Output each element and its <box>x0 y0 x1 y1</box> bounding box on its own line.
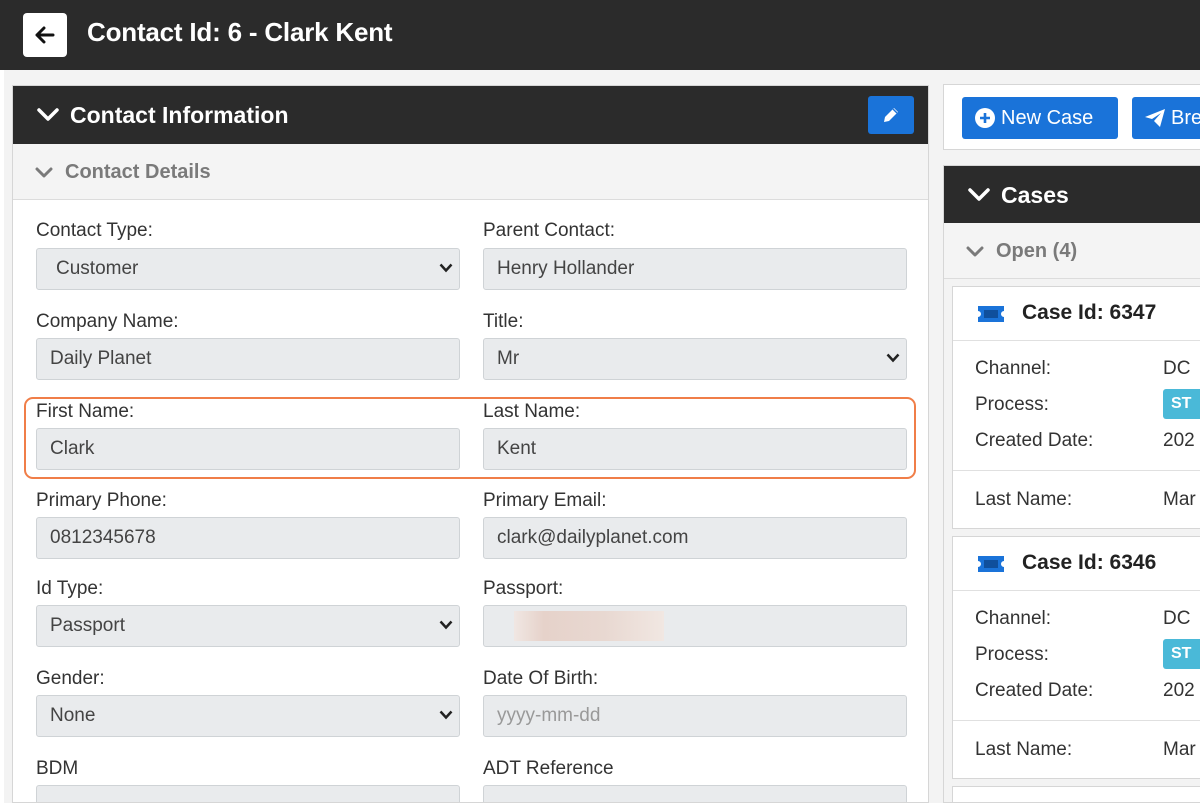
case-card[interactable]: Case Id: 6346 Channel: DC Process: ST Cr… <box>952 536 1200 779</box>
date-of-birth-label: Date Of Birth: <box>483 668 599 689</box>
top-bar: Contact Id: 6 - Clark Kent <box>0 0 1200 70</box>
passport-field[interactable] <box>483 605 907 647</box>
primary-phone-label: Primary Phone: <box>36 490 167 511</box>
primary-email-label: Primary Email: <box>483 490 607 511</box>
new-case-label: New Case <box>1001 106 1094 129</box>
contact-details-toggle[interactable]: Contact Details <box>13 144 928 200</box>
process-badge: ST <box>1163 389 1200 419</box>
parent-contact-value: Henry Hollander <box>497 258 635 279</box>
last-name-label: Last Name: <box>975 489 1073 510</box>
id-type-label: Id Type: <box>36 578 104 599</box>
passport-label: Passport: <box>483 578 564 599</box>
last-name-value: Mar <box>1163 739 1196 760</box>
name-fields-highlight <box>24 397 916 479</box>
chevron-down-icon <box>37 108 59 121</box>
channel-value: DC <box>1163 608 1191 629</box>
primary-phone-value: 0812345678 <box>50 527 156 548</box>
chevron-down-icon <box>966 246 984 257</box>
company-name-label: Company Name: <box>36 311 179 332</box>
case-title: Case Id: 6346 <box>1022 551 1157 574</box>
cases-panel: Cases Open (4) Case Id: 6347 Channel: DC… <box>943 165 1200 803</box>
primary-email-value: clark@dailyplanet.com <box>497 527 689 548</box>
created-date-value: 202 <box>1163 430 1195 451</box>
channel-label: Channel: <box>975 358 1052 379</box>
date-of-birth-field[interactable]: yyyy-mm-dd <box>483 695 907 737</box>
title-select[interactable]: Mr <box>483 338 907 380</box>
case-card-header: Case Id: 6346 <box>953 537 1200 591</box>
id-type-select[interactable]: Passport <box>36 605 460 647</box>
bdm-select[interactable] <box>36 785 460 802</box>
second-button-label: Bre <box>1171 106 1200 129</box>
primary-email-field[interactable]: clark@dailyplanet.com <box>483 517 907 559</box>
bdm-label: BDM <box>36 758 79 779</box>
chevron-down-icon <box>439 620 453 630</box>
case-card[interactable] <box>952 786 1200 802</box>
company-name-field[interactable]: Daily Planet <box>36 338 460 380</box>
case-toolbar: New Case Bre <box>943 84 1200 150</box>
page-title: Contact Id: 6 - Clark Kent <box>87 17 393 47</box>
arrow-left-icon <box>35 26 55 44</box>
created-date-value: 202 <box>1163 680 1195 701</box>
cases-title: Cases <box>1001 182 1069 208</box>
contact-information-header[interactable]: Contact Information <box>13 86 928 144</box>
created-date-label: Created Date: <box>975 430 1094 451</box>
contact-type-value: Customer <box>56 258 139 279</box>
open-cases-toggle[interactable]: Open (4) <box>944 223 1200 279</box>
channel-label: Channel: <box>975 608 1052 629</box>
process-badge: ST <box>1163 639 1200 669</box>
section-title: Contact Details <box>65 161 211 183</box>
contact-type-label: Contact Type: <box>36 220 153 241</box>
parent-contact-label: Parent Contact: <box>483 220 616 241</box>
company-name-value: Daily Planet <box>50 348 152 369</box>
divider <box>953 470 1200 471</box>
contact-type-select[interactable]: Customer <box>36 248 460 290</box>
gender-label: Gender: <box>36 668 105 689</box>
ticket-icon <box>978 556 1004 572</box>
edit-button[interactable] <box>868 96 914 134</box>
last-name-label: Last Name: <box>975 739 1073 760</box>
open-cases-label: Open (4) <box>996 240 1078 262</box>
title-label: Title: <box>483 311 524 332</box>
redacted-value <box>514 611 664 641</box>
chevron-down-icon <box>439 710 453 720</box>
date-of-birth-placeholder: yyyy-mm-dd <box>497 705 601 726</box>
pencil-icon <box>884 108 898 122</box>
plus-circle-icon <box>975 108 995 128</box>
ticket-icon <box>978 306 1004 322</box>
case-card[interactable]: Case Id: 6347 Channel: DC Process: ST Cr… <box>952 286 1200 529</box>
new-case-button[interactable]: New Case <box>962 97 1118 139</box>
chevron-down-icon <box>35 167 53 178</box>
adt-reference-field[interactable] <box>483 785 907 802</box>
primary-phone-field[interactable]: 0812345678 <box>36 517 460 559</box>
adt-reference-label: ADT Reference <box>483 758 614 779</box>
title-value: Mr <box>497 348 520 369</box>
last-name-value: Mar <box>1163 489 1196 510</box>
gender-value: None <box>50 705 96 726</box>
cases-header[interactable]: Cases <box>944 166 1200 223</box>
created-date-label: Created Date: <box>975 680 1094 701</box>
chevron-down-icon <box>968 188 990 201</box>
divider <box>953 720 1200 721</box>
back-button[interactable] <box>23 13 67 57</box>
channel-value: DC <box>1163 358 1191 379</box>
id-type-value: Passport <box>50 615 125 636</box>
case-title: Case Id: 6347 <box>1022 301 1157 324</box>
case-card-header: Case Id: 6347 <box>953 287 1200 341</box>
gender-select[interactable]: None <box>36 695 460 737</box>
process-label: Process: <box>975 644 1049 665</box>
broadcast-button[interactable]: Bre <box>1132 97 1200 139</box>
process-label: Process: <box>975 394 1049 415</box>
chevron-down-icon <box>886 353 900 363</box>
parent-contact-field[interactable]: Henry Hollander <box>483 248 907 290</box>
paper-plane-icon <box>1145 109 1165 127</box>
chevron-down-icon <box>439 263 453 273</box>
panel-title: Contact Information <box>70 102 289 128</box>
